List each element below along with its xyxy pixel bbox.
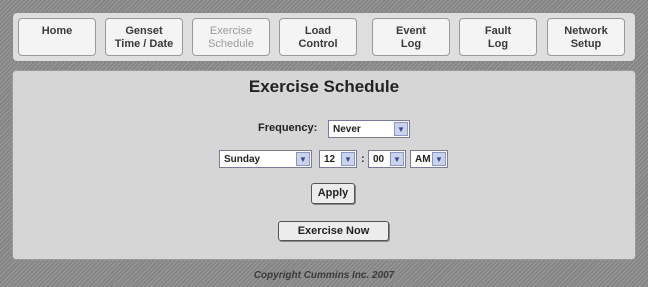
tab-label-line2: Log xyxy=(400,38,422,50)
tab-label: Exercise xyxy=(209,25,253,37)
frequency-select[interactable]: Never ▼ xyxy=(328,120,410,138)
ampm-value: AM xyxy=(415,154,431,165)
chevron-down-icon: ▼ xyxy=(296,152,310,166)
ampm-select[interactable]: AM ▼ xyxy=(410,150,448,168)
chevron-down-icon: ▼ xyxy=(394,122,408,136)
tab-label: Load xyxy=(304,25,332,37)
tab-exercise-schedule[interactable]: Exercise Schedule xyxy=(192,18,270,56)
exercise-now-button[interactable]: Exercise Now xyxy=(278,221,389,241)
tab-fault-log[interactable]: Fault Log xyxy=(459,18,537,56)
frequency-label: Frequency: xyxy=(258,122,318,134)
tab-label: Network xyxy=(564,25,608,37)
tab-label-line2: Log xyxy=(487,38,509,50)
tab-genset-time-date[interactable]: Genset Time / Date xyxy=(105,18,183,56)
tab-label: Genset xyxy=(125,25,163,37)
tab-label: Home xyxy=(41,25,73,37)
frequency-value: Never xyxy=(333,124,361,135)
tab-event-log[interactable]: Event Log xyxy=(372,18,450,56)
apply-button[interactable]: Apply xyxy=(311,183,355,204)
minute-select[interactable]: 00 ▼ xyxy=(368,150,406,168)
hour-value: 12 xyxy=(324,154,336,165)
tab-label: Fault xyxy=(484,25,512,37)
tab-label-line2: Time / Date xyxy=(114,38,174,50)
tab-label: Event xyxy=(396,25,426,37)
tab-home[interactable]: Home xyxy=(18,18,96,56)
tab-load-control[interactable]: Load Control xyxy=(279,18,357,56)
tab-label-line2: Control xyxy=(298,38,338,50)
chevron-down-icon: ▼ xyxy=(390,152,404,166)
exercise-schedule-panel: Exercise Schedule Frequency: Never ▼ Sun… xyxy=(12,70,636,260)
chevron-down-icon: ▼ xyxy=(341,152,355,166)
day-select[interactable]: Sunday ▼ xyxy=(219,150,312,168)
hour-select[interactable]: 12 ▼ xyxy=(319,150,357,168)
minute-value: 00 xyxy=(373,154,385,165)
top-navigation: Home Genset Time / Date Exercise Schedul… xyxy=(12,12,636,62)
copyright-footer: Copyright Cummins Inc. 2007 xyxy=(253,270,395,281)
day-value: Sunday xyxy=(224,154,261,165)
chevron-down-icon: ▼ xyxy=(432,152,446,166)
tab-label-line2: Setup xyxy=(570,38,602,50)
tab-label-line2: Schedule xyxy=(208,38,254,50)
time-separator: : xyxy=(361,153,365,165)
page-title: Exercise Schedule xyxy=(248,77,400,96)
tab-network-setup[interactable]: Network Setup xyxy=(547,18,625,56)
